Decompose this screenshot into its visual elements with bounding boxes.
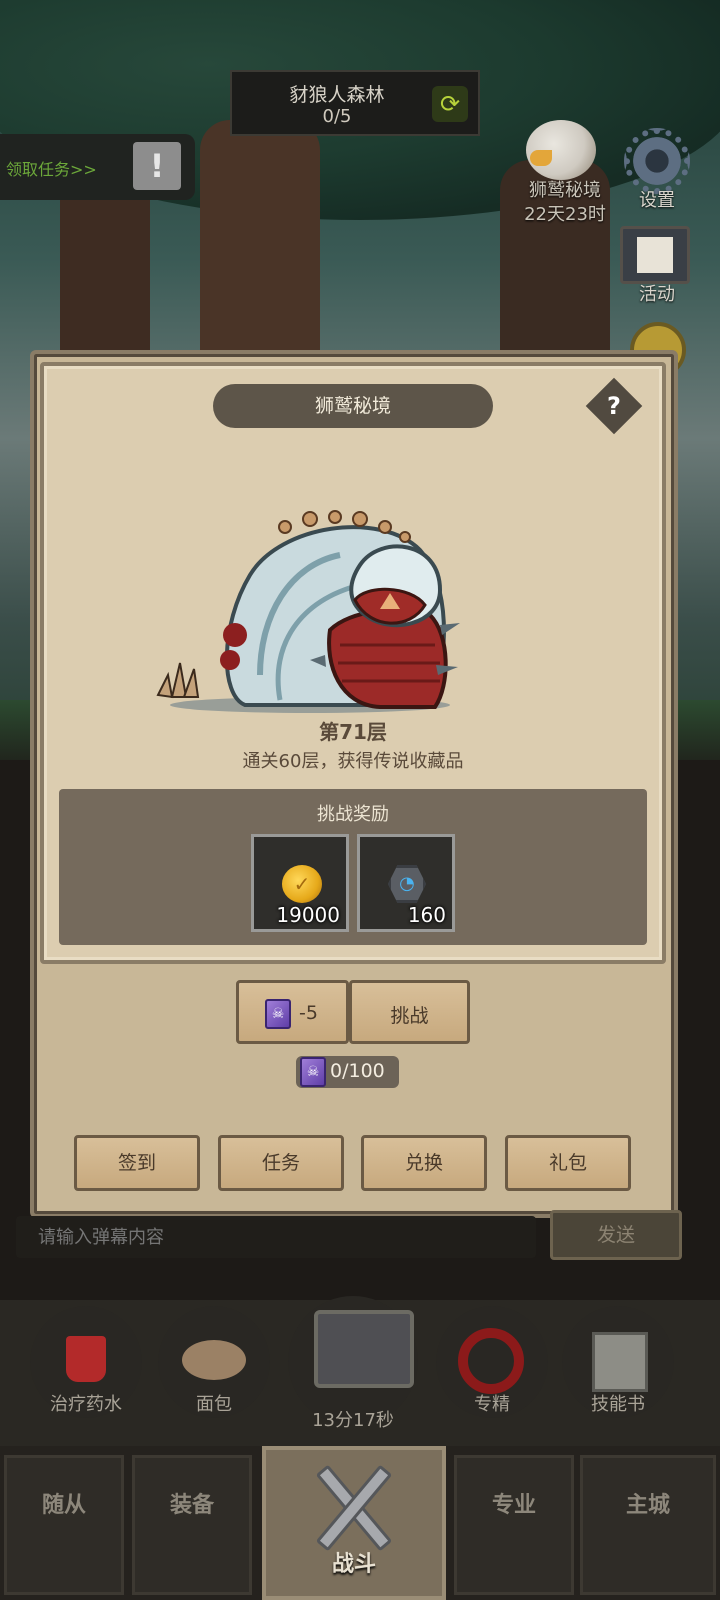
- activity-label[interactable]: 活动: [617, 280, 697, 306]
- challenge-button[interactable]: 挑战: [349, 980, 470, 1044]
- quest-link[interactable]: 领取任务>>: [6, 156, 97, 180]
- tab-main-city[interactable]: 主城: [580, 1455, 716, 1595]
- tab-followers-label: 随从: [41, 1493, 86, 1518]
- exchange-button[interactable]: 兑换: [361, 1135, 487, 1191]
- activity-icon[interactable]: [620, 226, 690, 284]
- floor-hint: 通关60层，获得传说收藏品: [242, 751, 464, 772]
- refresh-icon[interactable]: ⟳: [432, 86, 468, 122]
- panel-title: 狮鹫秘境: [213, 384, 493, 428]
- bread-label: 面包: [196, 1394, 232, 1415]
- specialization-label: 专精: [474, 1394, 510, 1415]
- exchange-label: 兑换: [404, 1152, 443, 1174]
- ticket-count: 0/100: [330, 1060, 385, 1082]
- potion-icon: [66, 1336, 106, 1382]
- gem-stone-icon: ◔: [388, 865, 426, 903]
- help-icon[interactable]: ?: [594, 386, 634, 426]
- activity-board: [637, 237, 673, 273]
- gift-pack-label: 礼包: [548, 1152, 587, 1174]
- send-button[interactable]: 发送: [550, 1210, 682, 1260]
- rewards-title: 挑战奖励: [317, 804, 389, 825]
- checkin-button[interactable]: 签到: [74, 1135, 200, 1191]
- tab-followers[interactable]: 随从: [4, 1455, 124, 1595]
- ticket-icon: ☠: [265, 999, 291, 1029]
- challenge-button-group: ☠ -5 挑战: [236, 980, 470, 1044]
- skill-book-label: 技能书: [591, 1394, 645, 1415]
- tasks-label: 任务: [261, 1152, 300, 1174]
- reward-amount: 19000: [276, 903, 340, 927]
- boss-creature: [156, 510, 460, 713]
- tab-main-city-label: 主城: [625, 1493, 670, 1518]
- danmaku-input[interactable]: [16, 1216, 536, 1258]
- event-timer: 22天23时: [524, 204, 606, 225]
- chest-icon: [314, 1310, 414, 1388]
- tab-profession[interactable]: 专业: [454, 1455, 574, 1595]
- checkin-label: 签到: [117, 1152, 156, 1174]
- settings-label[interactable]: 设置: [617, 186, 697, 212]
- reward-amount: 160: [407, 903, 446, 927]
- potion-label: 治疗药水: [50, 1394, 122, 1415]
- event-name: 狮鹫秘境: [529, 180, 601, 201]
- skill-book-icon: [592, 1332, 648, 1392]
- tab-battle[interactable]: 战斗: [262, 1446, 446, 1600]
- tab-profession-label: 专业: [491, 1493, 536, 1518]
- specialization-icon: [458, 1328, 524, 1394]
- reward-slot-gem[interactable]: ◔ 160: [357, 834, 455, 932]
- bread-icon: [182, 1340, 246, 1380]
- griffin-beak: [530, 150, 552, 166]
- chest-timer: 13分17秒: [312, 1410, 394, 1431]
- ticket-cost-value: -5: [299, 1002, 318, 1024]
- gift-pack-button[interactable]: 礼包: [505, 1135, 631, 1191]
- stage-progress: 0/5: [322, 106, 352, 127]
- gear-icon[interactable]: [624, 128, 690, 194]
- reward-slot-gold[interactable]: ✓ 19000: [251, 834, 349, 932]
- ticket-icon: ☠: [300, 1057, 326, 1087]
- stage-info: 豺狼人森林 0/5 ⟳: [230, 70, 480, 136]
- tab-battle-label: 战斗: [331, 1552, 376, 1577]
- alert-icon[interactable]: !: [133, 142, 181, 190]
- challenge-label: 挑战: [390, 1005, 429, 1027]
- gold-coin-icon: ✓: [282, 865, 322, 903]
- ticket-counter: ☠ 0/100: [296, 1056, 399, 1088]
- tab-equipment[interactable]: 装备: [132, 1455, 252, 1595]
- quest-bar[interactable]: 领取任务>> !: [0, 134, 195, 200]
- stage-name: 豺狼人森林: [289, 84, 385, 106]
- floor-title: 第71层: [319, 720, 387, 744]
- tasks-button[interactable]: 任务: [218, 1135, 344, 1191]
- ticket-cost[interactable]: ☠ -5: [236, 980, 349, 1044]
- tab-equipment-label: 装备: [169, 1493, 214, 1518]
